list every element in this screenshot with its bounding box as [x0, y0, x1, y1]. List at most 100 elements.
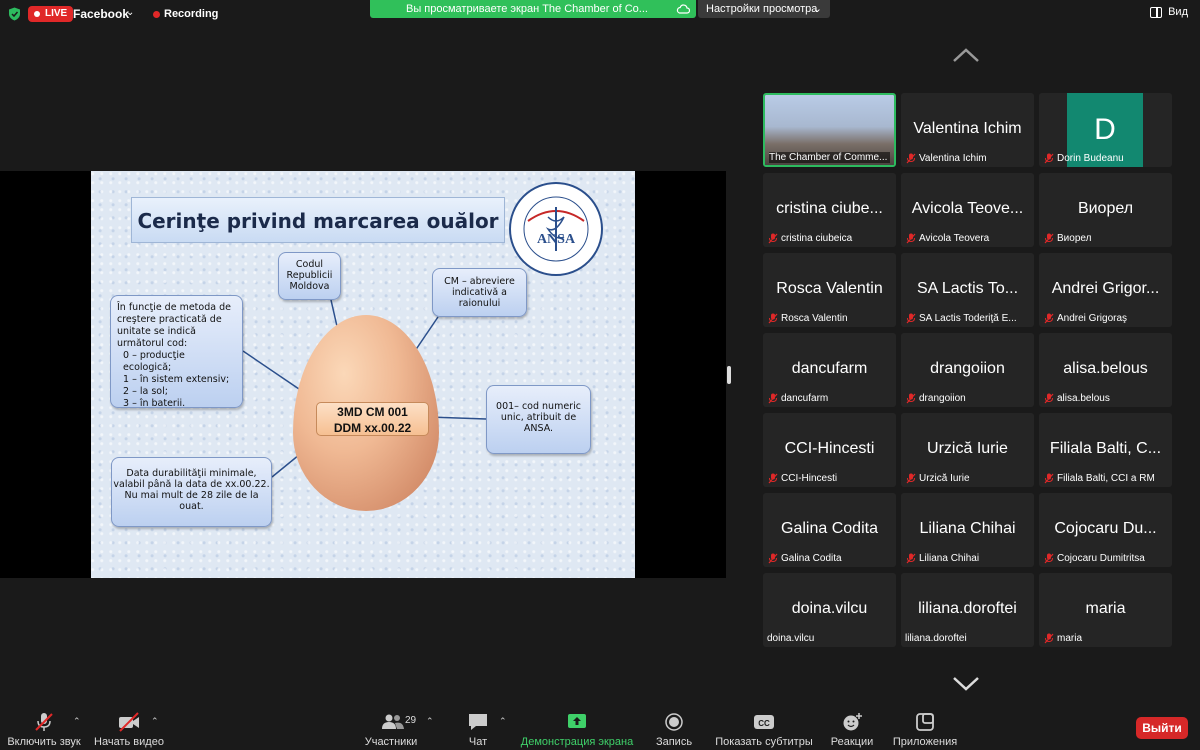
microphone-muted-icon	[35, 713, 53, 731]
callout-line: unic, atribuit de	[500, 412, 577, 423]
participant-name-label: maria	[1057, 633, 1083, 644]
apps-icon	[916, 713, 934, 731]
captions-button[interactable]: CC Показать субтитры	[714, 706, 814, 750]
share-screen-button[interactable]: Демонстрация экрана	[518, 706, 636, 750]
participants-button[interactable]: Участники	[361, 706, 421, 750]
participant-tile[interactable]: D Dorin Budeanu	[1039, 93, 1172, 167]
participant-tile[interactable]: cristina ciube... cristina ciubeica	[763, 173, 896, 247]
participant-tile[interactable]: Liliana Chihai Liliana Chihai	[901, 493, 1034, 567]
participant-name-label: dancufarm	[781, 393, 829, 404]
audio-options-caret-icon[interactable]: ⌃	[73, 716, 81, 727]
microphone-muted-icon	[1044, 313, 1054, 324]
unmute-button[interactable]: Включить звук	[4, 706, 84, 750]
callout-unique-code: 001– cod numeric unic, atribuit de ANSA.	[486, 385, 591, 454]
participant-name-label: cristina ciubeica	[781, 233, 853, 244]
participant-tile[interactable]: Avicola Teove... Avicola Teovera	[901, 173, 1034, 247]
participant-tile[interactable]: CCI-Hincesti CCI-Hincesti	[763, 413, 896, 487]
record-button[interactable]: Запись	[652, 706, 696, 750]
share-screen-icon	[568, 714, 586, 728]
participant-tile[interactable]: The Chamber of Comme...	[763, 93, 896, 167]
participant-display-name: Galina Codita	[781, 520, 878, 537]
participant-name-label: CCI-Hincesti	[781, 473, 838, 484]
participant-tile[interactable]: Rosca Valentin Rosca Valentin	[763, 253, 896, 327]
participant-display-name: CCI-Hincesti	[784, 440, 875, 457]
callout-line: unitate se indică	[117, 326, 197, 337]
ansa-logo-icon: ANSA	[509, 182, 603, 276]
callout-district-code: CM – abreviere indicativă a raionului	[432, 268, 527, 317]
chat-bubble-icon	[469, 714, 487, 730]
callout-line: ANSA.	[523, 423, 554, 434]
closed-captions-icon: CC	[754, 715, 774, 729]
leave-meeting-button[interactable]: Выйти	[1136, 717, 1188, 739]
callout-line: raionului	[458, 298, 501, 309]
participant-tile[interactable]: Galina Codita Galina Codita	[763, 493, 896, 567]
participant-name-label: Galina Codita	[781, 553, 842, 564]
participant-tile[interactable]: Cojocaru Du... Cojocaru Dumitritsa	[1039, 493, 1172, 567]
chevron-down-icon[interactable]: ⌄	[126, 7, 134, 18]
participant-tile[interactable]: Urzică Iurie Urzică Iurie	[901, 413, 1034, 487]
microphone-muted-icon	[906, 233, 916, 244]
microphone-muted-icon	[768, 393, 778, 404]
egg-code-line-2: DDM xx.00.22	[333, 421, 412, 435]
callout-country-code: Codul Republicii Moldova	[278, 252, 341, 300]
view-options-dropdown[interactable]: Настройки просмотра ⌄	[698, 0, 830, 18]
chevron-up-icon[interactable]	[952, 46, 980, 64]
microphone-muted-icon	[1044, 553, 1054, 564]
reactions-button[interactable]: Реакции	[828, 706, 876, 750]
callout-line: 001– cod numeric	[496, 401, 581, 412]
microphone-muted-icon	[768, 553, 778, 564]
chat-caret-icon[interactable]: ⌃	[499, 716, 507, 727]
participant-display-name: Urzică Iurie	[927, 440, 1008, 457]
callout-production-method: În funcţie de metoda de creştere practic…	[110, 295, 243, 409]
panel-resize-handle[interactable]	[727, 366, 731, 384]
security-shield-icon[interactable]	[8, 7, 21, 21]
live-badge[interactable]: LIVE	[28, 6, 74, 22]
participant-tile[interactable]: drangoiion drangoiion	[901, 333, 1034, 407]
participant-name-label: SA Lactis Toderiţă E...	[919, 313, 1017, 324]
participant-display-name: liliana.doroftei	[918, 600, 1017, 617]
apps-button[interactable]: Приложения	[890, 706, 960, 750]
participant-tile[interactable]: SA Lactis To... SA Lactis Toderiţă E...	[901, 253, 1034, 327]
participant-tile[interactable]: maria maria	[1039, 573, 1172, 647]
cloud-icon	[676, 2, 691, 14]
participant-tile[interactable]: liliana.doroftei liliana.doroftei	[901, 573, 1034, 647]
callout-line: Moldova	[289, 281, 330, 292]
participant-tile[interactable]: Valentina Ichim Valentina Ichim	[901, 93, 1034, 167]
participant-tile[interactable]: Filiala Balti, C... Filiala Balti, CCI a …	[1039, 413, 1172, 487]
participants-caret-icon[interactable]: ⌃	[426, 716, 434, 727]
callout-line: 2 – la sol;	[123, 386, 168, 397]
microphone-muted-icon	[768, 313, 778, 324]
callout-line: ouat.	[179, 501, 204, 512]
participant-name-label: doina.vilcu	[767, 633, 815, 644]
recording-indicator[interactable]: Recording	[153, 8, 218, 20]
participant-name-label: Urzică Iurie	[919, 473, 970, 484]
view-layout-button[interactable]: Вид	[1150, 6, 1188, 18]
video-options-caret-icon[interactable]: ⌃	[151, 716, 159, 727]
view-options-label: Настройки просмотра	[706, 3, 818, 15]
participant-display-name: doina.vilcu	[791, 600, 868, 617]
participant-display-name: Andrei Grigor...	[1051, 280, 1160, 297]
participant-name-label: Виорел	[1057, 233, 1092, 244]
participant-tile[interactable]: Andrei Grigor... Andrei Grigoraş	[1039, 253, 1172, 327]
participant-tile[interactable]: alisa.belous alisa.belous	[1039, 333, 1172, 407]
participants-icon	[382, 714, 404, 729]
start-video-label: Начать видео	[94, 736, 164, 748]
start-video-button[interactable]: Начать видео	[92, 706, 166, 750]
participant-display-name: alisa.belous	[1063, 360, 1148, 377]
participant-tile[interactable]: dancufarm dancufarm	[763, 333, 896, 407]
participant-name-label: Cojocaru Dumitritsa	[1057, 553, 1145, 564]
participant-tile[interactable]: doina.vilcu doina.vilcu	[763, 573, 896, 647]
meeting-toolbar: Включить звук ⌃ Начать видео ⌃ Участники…	[0, 706, 1200, 750]
participant-tile[interactable]: Виорел Виорел	[1039, 173, 1172, 247]
participant-display-name: Valentina Ichim	[913, 120, 1022, 137]
chevron-down-icon[interactable]	[952, 675, 980, 693]
chat-button[interactable]: Чат	[460, 706, 496, 750]
callout-line: creştere practicată de	[117, 314, 222, 325]
captions-label: Показать субтитры	[715, 736, 813, 748]
presentation-slide: Cerinţe privind marcarea ouălor ANSA 3MD…	[91, 171, 635, 578]
microphone-muted-icon	[906, 473, 916, 484]
callout-line: Republicii	[286, 270, 333, 281]
smiley-plus-icon	[843, 713, 862, 731]
microphone-muted-icon	[1044, 473, 1054, 484]
stream-target-label[interactable]: Facebook	[73, 7, 129, 21]
